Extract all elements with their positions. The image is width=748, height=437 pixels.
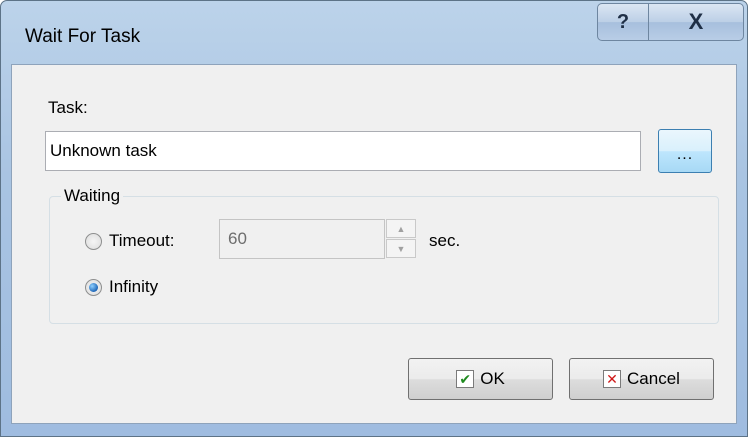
help-icon: ? — [616, 10, 630, 33]
help-button[interactable]: ? — [597, 3, 649, 41]
spin-down-button[interactable]: ▼ — [386, 239, 416, 258]
task-label: Task: — [48, 98, 88, 117]
timeout-radio[interactable] — [85, 233, 102, 250]
ellipsis-icon: ... — [676, 146, 694, 163]
title-bar[interactable]: Wait For Task ? X — [1, 1, 747, 63]
check-icon: ✔ — [456, 370, 475, 388]
timeout-input[interactable]: 60 — [219, 219, 385, 259]
waiting-group-label: Waiting — [61, 186, 124, 206]
browse-button[interactable]: ... — [658, 129, 712, 173]
dialog-body: Task: Unknown task ... Waiting Timeout: … — [11, 64, 737, 424]
window-title: Wait For Task — [25, 26, 141, 47]
waiting-groupbox — [49, 196, 719, 324]
close-button[interactable]: X — [648, 3, 744, 41]
close-icon: X — [688, 9, 704, 34]
triangle-up-icon: ▲ — [396, 223, 406, 234]
x-icon: ✕ — [603, 370, 622, 388]
ok-label: OK — [480, 369, 505, 388]
ok-button[interactable]: ✔ OK — [408, 358, 553, 400]
timeout-unit-label: sec. — [429, 231, 461, 250]
triangle-down-icon: ▼ — [396, 243, 406, 254]
dialog-window: Wait For Task ? X Task: Unknown task ...… — [0, 0, 748, 437]
cancel-button[interactable]: ✕ Cancel — [569, 358, 714, 400]
infinity-label[interactable]: Infinity — [109, 277, 158, 297]
timeout-label[interactable]: Timeout: — [109, 231, 175, 251]
cancel-label: Cancel — [627, 369, 680, 388]
spin-up-button[interactable]: ▲ — [386, 219, 416, 238]
infinity-radio[interactable] — [85, 279, 102, 296]
task-field[interactable]: Unknown task — [45, 131, 641, 171]
